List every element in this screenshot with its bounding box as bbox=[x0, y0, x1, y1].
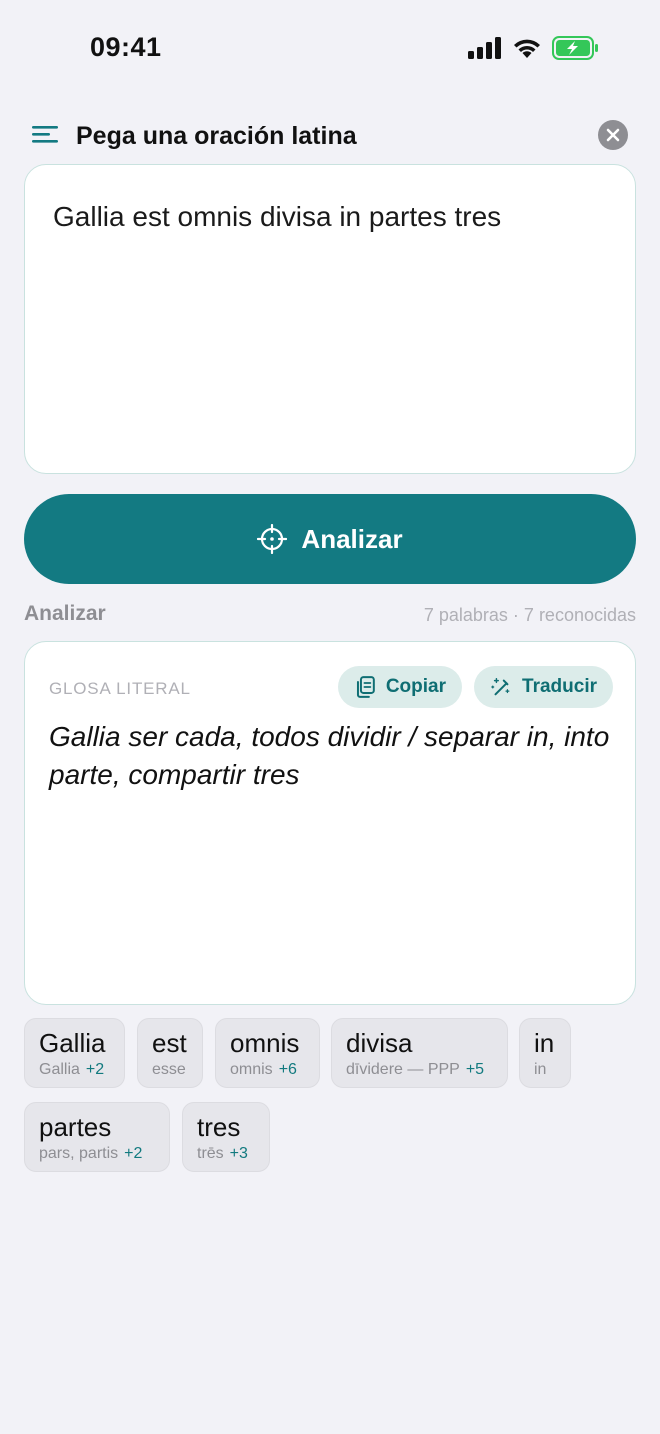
section-title: Analizar bbox=[24, 602, 106, 625]
token-lemma: in bbox=[534, 1061, 547, 1078]
gloss-label: GLOSA LITERAL bbox=[49, 679, 191, 698]
header: Pega una oración latina bbox=[32, 116, 628, 156]
token-chip[interactable]: omnis omnis +6 bbox=[215, 1018, 320, 1088]
token-more-count: +2 bbox=[85, 1061, 105, 1078]
gloss-card: GLOSA LITERAL Copiar Traducir Gallia ser… bbox=[24, 641, 636, 1005]
header-title: Pega una oración latina bbox=[76, 121, 357, 150]
token-word: tres bbox=[197, 1112, 241, 1142]
magic-wand-icon bbox=[491, 678, 510, 696]
sentence-input-value: Gallia est omnis divisa in partes tres bbox=[53, 201, 502, 232]
status-bar: 09:41 bbox=[0, 0, 660, 96]
analyze-button-label: Analizar bbox=[301, 523, 403, 554]
token-more-count: +6 bbox=[278, 1061, 297, 1078]
status-time: 09:41 bbox=[90, 32, 162, 62]
token-word: est bbox=[152, 1028, 187, 1058]
token-chip[interactable]: Gallia Gallia +2 bbox=[24, 1018, 125, 1088]
token-more-count: +3 bbox=[229, 1145, 248, 1162]
menu-icon[interactable] bbox=[32, 124, 60, 148]
token-word: in bbox=[534, 1028, 555, 1058]
translate-button[interactable]: Traducir bbox=[474, 666, 613, 708]
gloss-text: Gallia ser cada, todos dividir / separar… bbox=[49, 721, 610, 790]
token-word: divisa bbox=[346, 1028, 413, 1058]
token-word: omnis bbox=[230, 1028, 300, 1058]
token-chip[interactable]: divisa dīvidere — PPP +5 bbox=[331, 1018, 508, 1088]
token-lemma: Gallia +2 bbox=[39, 1061, 105, 1078]
token-word: partes bbox=[39, 1112, 112, 1142]
signal-icon bbox=[468, 37, 501, 59]
screen: 09:41 Pega una oración latina Gallia est… bbox=[0, 0, 660, 1434]
token-chip[interactable]: in in bbox=[519, 1018, 571, 1088]
wifi-icon bbox=[514, 39, 540, 58]
status-icons bbox=[468, 36, 600, 60]
copy-icon bbox=[356, 676, 375, 698]
copy-button[interactable]: Copiar bbox=[338, 666, 462, 708]
token-lemma: esse bbox=[152, 1061, 186, 1078]
word-count-meta: 7 palabras · 7 reconocidas bbox=[423, 605, 636, 625]
token-chip[interactable]: partes pars, partis +2 bbox=[24, 1102, 170, 1172]
copy-button-label: Copiar bbox=[385, 676, 446, 697]
translate-button-label: Traducir bbox=[522, 676, 597, 697]
token-more-count: +2 bbox=[124, 1145, 143, 1162]
token-lemma: dīvidere — PPP +5 bbox=[346, 1061, 485, 1078]
token-chip[interactable]: est esse bbox=[137, 1018, 203, 1088]
close-icon bbox=[606, 128, 620, 142]
sentence-input[interactable]: Gallia est omnis divisa in partes tres bbox=[24, 164, 636, 474]
section-row: Analizar 7 palabras · 7 reconocidas bbox=[24, 602, 636, 630]
analyze-button[interactable]: Analizar bbox=[24, 494, 636, 584]
token-chip[interactable]: tres trēs +3 bbox=[182, 1102, 270, 1172]
token-lemma: omnis +6 bbox=[230, 1061, 297, 1078]
crosshair-icon bbox=[257, 524, 288, 554]
token-lemma: trēs +3 bbox=[197, 1145, 248, 1162]
battery-icon bbox=[552, 36, 598, 60]
token-lemma: pars, partis +2 bbox=[39, 1145, 143, 1162]
token-word: Gallia bbox=[39, 1028, 106, 1058]
clear-button[interactable] bbox=[598, 120, 628, 150]
token-more-count: +5 bbox=[465, 1061, 485, 1078]
